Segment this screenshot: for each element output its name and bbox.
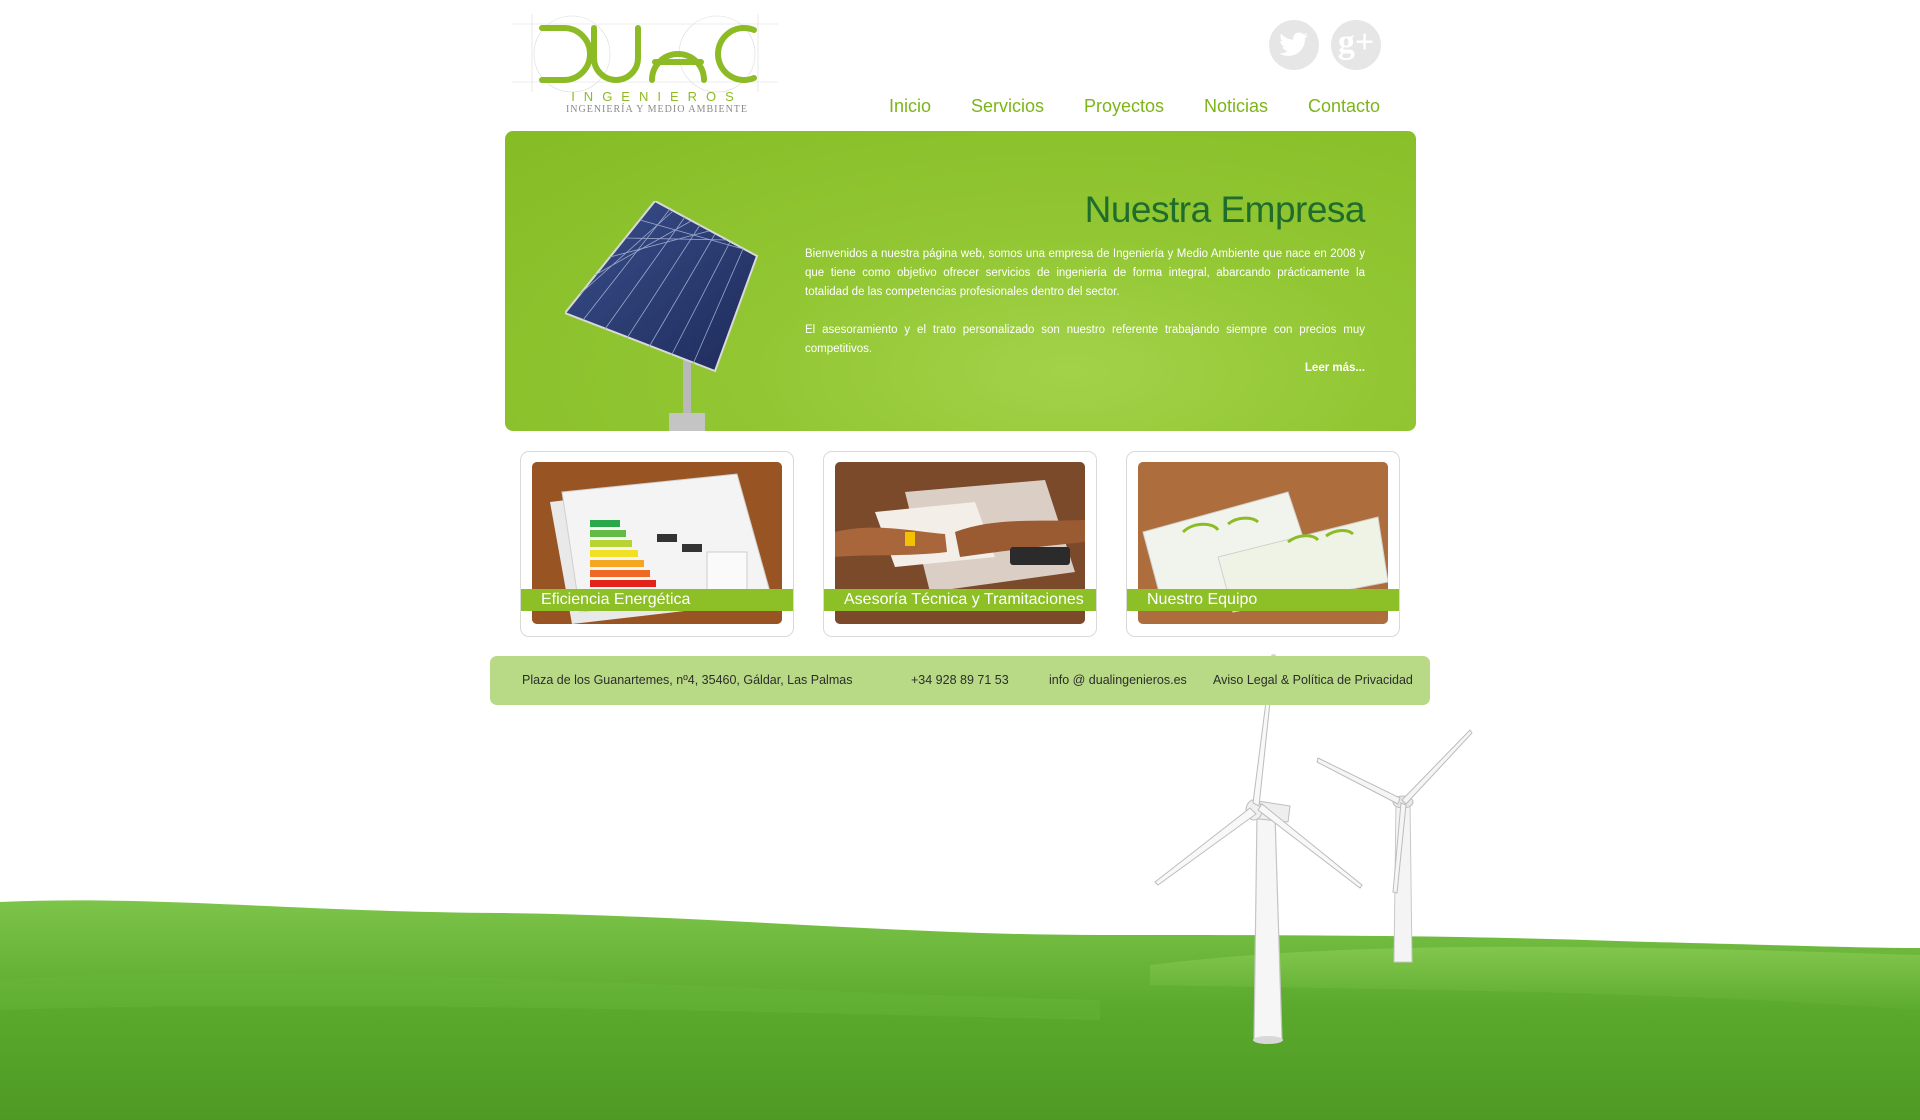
nav-inicio[interactable]: Inicio: [889, 96, 931, 117]
solar-panel-image: [565, 201, 759, 431]
logo-subtitle: INGENIERÍA Y MEDIO AMBIENTE: [565, 104, 749, 115]
hero-paragraph-2: El asesoramiento y el trato personalizad…: [805, 324, 1365, 355]
read-more-link[interactable]: Leer más...: [1305, 362, 1365, 374]
twitter-button[interactable]: [1269, 20, 1319, 70]
nav-noticias[interactable]: Noticias: [1204, 96, 1268, 117]
footer-phone: +34 928 89 71 53: [911, 673, 1009, 687]
hero-paragraph-1: Bienvenidos a nuestra página web, somos …: [805, 248, 1365, 298]
twitter-bird-icon: [1279, 32, 1308, 56]
hero-banner: Nuestra Empresa Bienvenidos a nuestra pá…: [505, 131, 1416, 431]
google-plus-icon: g+: [1337, 24, 1375, 61]
dual-logo-mark: [512, 14, 778, 93]
nav-contacto[interactable]: Contacto: [1308, 96, 1380, 117]
dual-logo[interactable]: INGENIEROS INGENIERÍA Y MEDIO AMBIENTE: [512, 14, 778, 120]
hero-description: Bienvenidos a nuestra página web, somos …: [805, 245, 1365, 378]
nav-proyectos[interactable]: Proyectos: [1084, 96, 1164, 117]
footer-legal-link[interactable]: Aviso Legal & Política de Privacidad: [1213, 673, 1413, 687]
logo-tagline: INGENIEROS: [571, 89, 743, 104]
google-plus-button[interactable]: g+: [1331, 20, 1381, 70]
card-label: Asesoría Técnica y Tramitaciones: [824, 589, 1096, 611]
wind-turbine-far: [1316, 729, 1473, 963]
card-eficiencia-energetica[interactable]: Eficiencia Energética: [520, 451, 794, 637]
card-asesoria-tecnica[interactable]: Asesoría Técnica y Tramitaciones: [823, 451, 1097, 637]
card-nuestro-equipo[interactable]: Nuestro Equipo: [1126, 451, 1400, 637]
card-label: Eficiencia Energética: [521, 589, 793, 611]
hero-title: Nuestra Empresa: [1084, 189, 1366, 230]
footer-email-link[interactable]: info @ dualingenieros.es: [1049, 673, 1187, 687]
footer-bar: Plaza de los Guanartemes, nº4, 35460, Gá…: [490, 656, 1430, 705]
card-label: Nuestro Equipo: [1127, 589, 1399, 611]
nav-servicios[interactable]: Servicios: [971, 96, 1044, 117]
footer-address: Plaza de los Guanartemes, nº4, 35460, Gá…: [522, 673, 853, 687]
